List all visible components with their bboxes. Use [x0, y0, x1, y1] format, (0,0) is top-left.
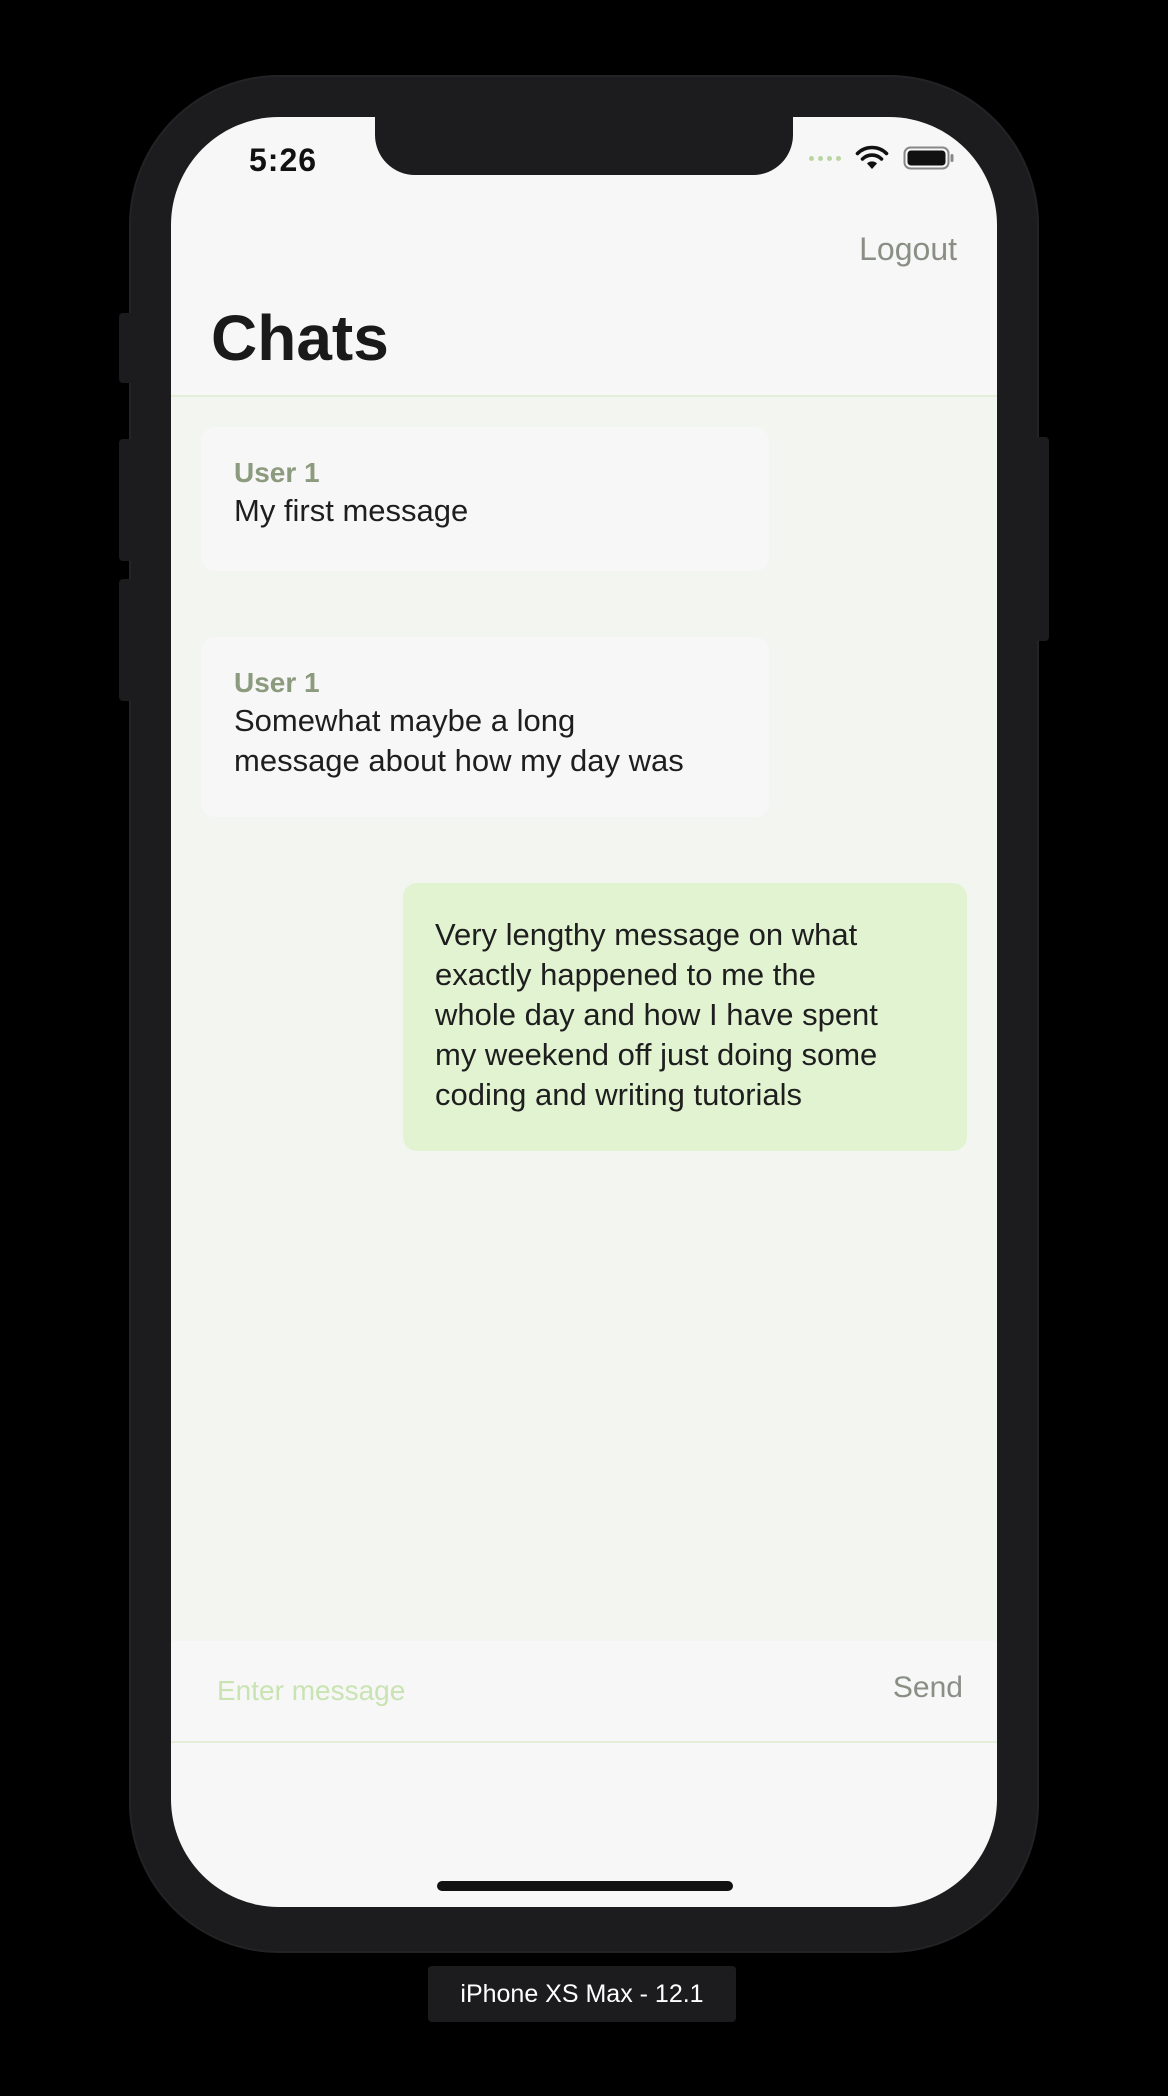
- message-sender: User 1: [234, 667, 320, 698]
- status-time: 5:26: [249, 142, 318, 178]
- message-line: message about how my day was: [234, 743, 684, 778]
- send-button[interactable]: Send: [893, 1671, 963, 1705]
- volume-down-button: [119, 579, 133, 701]
- logout-button[interactable]: Logout: [859, 231, 957, 268]
- composer-divider: [171, 1741, 997, 1743]
- message-line: coding and writing tutorials: [435, 1077, 803, 1112]
- signal-icon: [809, 155, 841, 161]
- status-icons: [809, 145, 955, 171]
- device-screen: 5:26 Logout Chats User 1 My first messag…: [171, 117, 997, 1907]
- home-indicator[interactable]: [437, 1881, 733, 1891]
- message-text: Very lengthy message on what exactly hap…: [435, 915, 937, 1115]
- message-composer: Send: [171, 1641, 997, 1741]
- message-line: Very lengthy message on what: [435, 917, 858, 952]
- page-title: Chats: [211, 302, 389, 374]
- message-line: whole day and how I have spent: [435, 997, 878, 1032]
- message-line: My first message: [234, 493, 469, 528]
- message-text: Somewhat maybe a long message about how …: [234, 701, 737, 781]
- message-line: Somewhat maybe a long: [234, 703, 576, 738]
- message-text: My first message: [234, 491, 737, 531]
- power-button: [1035, 437, 1049, 641]
- iphone-device-frame: 5:26 Logout Chats User 1 My first messag…: [119, 77, 1049, 1951]
- outgoing-message-bubble: Very lengthy message on what exactly hap…: [403, 883, 967, 1151]
- notch: [375, 117, 793, 175]
- mute-switch: [119, 313, 133, 383]
- message-input[interactable]: [217, 1671, 777, 1711]
- message-line: my weekend off just doing some: [435, 1037, 878, 1072]
- wifi-icon: [855, 145, 889, 169]
- message-list[interactable]: User 1 My first message User 1 Somewhat …: [171, 397, 997, 1641]
- incoming-message-bubble: User 1 Somewhat maybe a long message abo…: [201, 637, 769, 817]
- message-sender: User 1: [234, 457, 320, 488]
- incoming-message-bubble: User 1 My first message: [201, 427, 769, 571]
- volume-up-button: [119, 439, 133, 561]
- device-label: iPhone XS Max - 12.1: [428, 1966, 736, 2022]
- battery-icon: [903, 146, 954, 170]
- message-line: exactly happened to me the: [435, 957, 816, 992]
